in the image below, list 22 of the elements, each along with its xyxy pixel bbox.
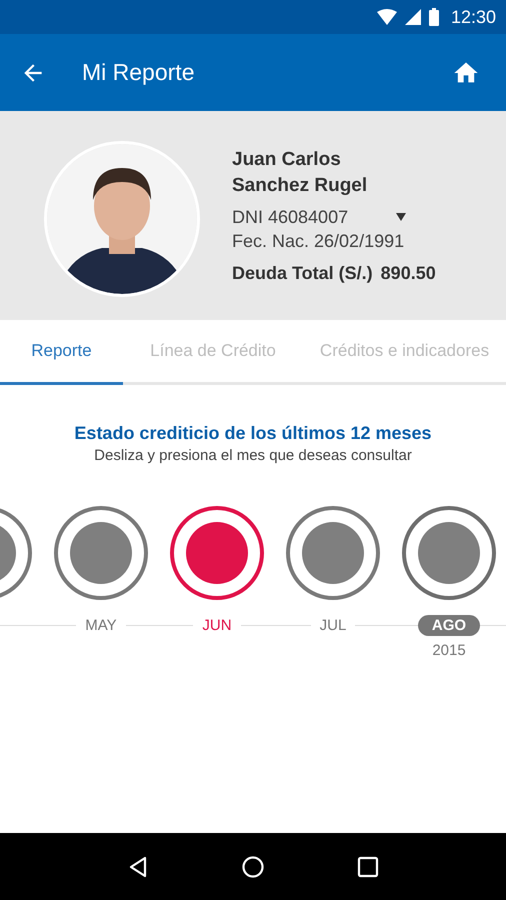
battery-icon <box>428 8 439 26</box>
current-month-badge: AGO <box>418 614 480 636</box>
section-heading: Estado crediticio de los últimos 12 meses <box>74 423 432 444</box>
person-name: Juan Carlos Sanchez Rugel <box>232 148 368 198</box>
month-label: JUL <box>310 616 356 634</box>
screen-title: Mi Reporte <box>82 59 196 86</box>
signal-icon <box>404 9 421 25</box>
dni-number: DNI 46084007 <box>232 206 348 229</box>
birth-date: Fec. Nac. 26/02/1991 <box>232 230 406 253</box>
clock-time: 12:30 <box>450 6 496 28</box>
month-label: JUN <box>193 616 241 634</box>
instruction-text: Desliza y presiona el mes que deseas consultar <box>94 447 412 464</box>
tab[interactable]: Línea de Crédito <box>123 320 303 385</box>
year-label: 2015 <box>432 642 466 659</box>
debt-label: Deuda Total (S/.) <box>232 263 373 284</box>
dropdown-caret-icon[interactable] <box>396 213 406 221</box>
tab[interactable]: Créditos e indicadores <box>303 320 506 385</box>
debt-amount: 890.50 <box>380 263 436 284</box>
recents-nav-icon[interactable] <box>356 854 380 878</box>
home-nav-icon[interactable] <box>240 854 265 878</box>
tab[interactable]: Reporte <box>0 320 123 385</box>
wifi-icon <box>376 9 397 25</box>
